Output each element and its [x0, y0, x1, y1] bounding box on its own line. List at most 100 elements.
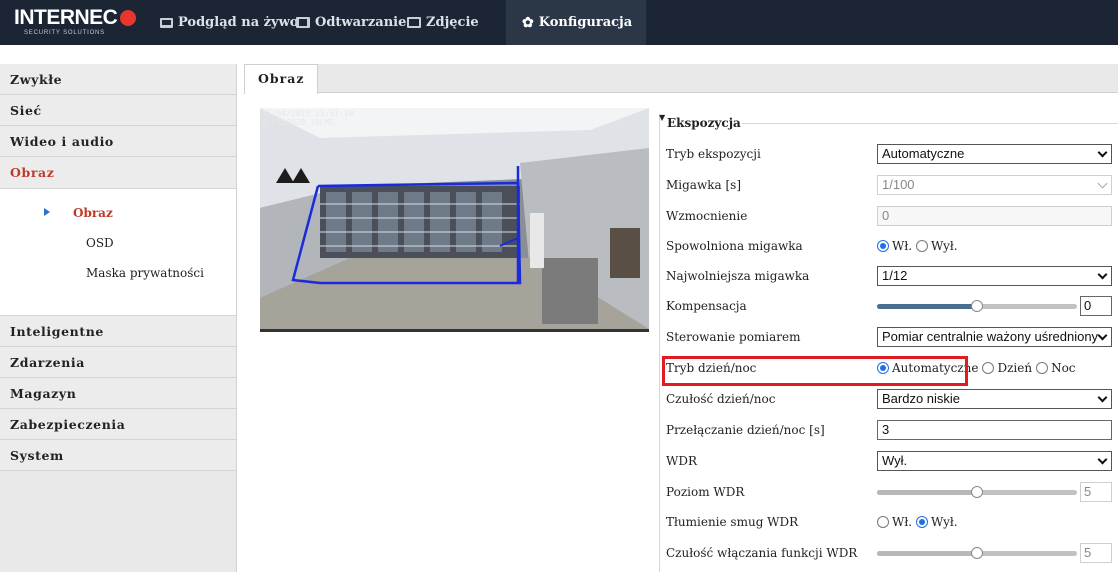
nav-photo[interactable]: Zdjęcie — [407, 0, 479, 45]
slow-shutter-on-label: Wł. — [892, 239, 913, 253]
slider-knob — [971, 486, 983, 498]
section-divider — [742, 123, 1118, 124]
slow-shutter-on-radio[interactable]: Wł. — [877, 239, 912, 253]
brand-tagline: SECURITY SOLUTIONS — [24, 30, 105, 36]
slowest-shutter-value: 1/12 — [882, 268, 908, 283]
radio-dot — [877, 362, 889, 374]
wdr-stripe-on-radio[interactable]: Wł. — [877, 515, 912, 529]
nav-configuration-label: Konfiguracja — [538, 15, 633, 30]
day-night-day-label: Dzień — [997, 361, 1033, 375]
row-day-night-sensitivity: Czułość dzień/noc Bardzo niskie — [666, 384, 1118, 414]
shutter-select: 1/100 — [877, 175, 1112, 195]
sidebar-item-network[interactable]: Sieć — [0, 95, 236, 126]
brand-logo: INTERNEC SECURITY SOLUTIONS — [14, 7, 138, 39]
wdr-stripe-on-label: Wł. — [892, 515, 913, 529]
monitor-icon — [160, 17, 173, 28]
nav-photo-label: Zdjęcie — [426, 15, 479, 30]
day-night-auto-label: Automatyczne — [892, 361, 979, 375]
radio-dot — [1036, 362, 1049, 374]
row-wdr-level: Poziom WDR 5 — [666, 477, 1118, 507]
row-gain: Wzmocnienie 0 — [666, 201, 1118, 231]
main-content: Obraz 17/04/2023 11:51:18 6 C8S8820 1BLM… — [244, 64, 1118, 572]
slow-shutter-off-label: Wył. — [931, 239, 958, 253]
label-metering: Sterowanie pomiarem — [666, 330, 801, 344]
radio-dot — [982, 362, 995, 374]
chevron-down-icon — [1097, 454, 1108, 465]
exposure-mode-select[interactable]: Automatyczne — [877, 144, 1112, 164]
label-wdr-stripe: Tłumienie smug WDR — [666, 515, 799, 529]
day-night-switch-input[interactable]: 3 — [877, 420, 1112, 440]
label-wdr-level: Poziom WDR — [666, 485, 745, 499]
shutter-value: 1/100 — [882, 177, 915, 192]
exposure-mode-value: Automatyczne — [882, 146, 965, 161]
tab-strip: Obraz — [244, 64, 1118, 94]
nav-live-view-label: Podgląd na żywo — [178, 15, 299, 30]
slider-knob — [971, 547, 983, 559]
day-night-day-radio[interactable]: Dzień — [982, 361, 1032, 375]
wdr-select[interactable]: Wył. — [877, 451, 1112, 471]
slow-shutter-off-radio[interactable]: Wył. — [916, 239, 958, 253]
label-wdr-sensitivity: Czułość włączania funkcji WDR — [666, 546, 858, 560]
chevron-down-icon — [1097, 392, 1108, 403]
day-night-auto-radio[interactable]: Automatyczne — [877, 361, 978, 375]
row-slowest-shutter: Najwolniejsza migawka 1/12 — [666, 261, 1118, 291]
nav-configuration[interactable]: ✿ Konfiguracja — [506, 0, 647, 45]
wdr-stripe-radio-group: Wł. Wył. — [877, 512, 962, 532]
row-compensation: Kompensacja 0 — [666, 291, 1118, 321]
wdr-stripe-off-label: Wył. — [931, 515, 958, 529]
wdr-stripe-off-radio[interactable]: Wył. — [916, 515, 958, 529]
day-night-sensitivity-select[interactable]: Bardzo niskie — [877, 389, 1112, 409]
row-shutter: Migawka [s] 1/100 — [666, 170, 1118, 200]
slider-fill — [877, 551, 977, 556]
section-title-exposure: Ekspozycja — [667, 116, 741, 130]
sidebar-item-storage[interactable]: Magazyn — [0, 378, 236, 409]
preview-scene — [260, 108, 649, 329]
label-compensation: Kompensacja — [666, 299, 747, 313]
radio-dot — [877, 240, 889, 252]
gear-icon: ✿ — [522, 14, 534, 31]
preview-osd-text: 17/04/2023 11:51:18 6 C8S8820 1BLMS — [262, 109, 354, 127]
sidebar: Zwykłe Sieć Wideo i audio Obraz Obraz OS… — [0, 64, 237, 572]
sidebar-subitem-osd[interactable]: OSD — [0, 228, 236, 258]
chevron-down-icon — [1097, 178, 1108, 189]
chevron-down-icon — [1097, 330, 1108, 341]
radio-dot — [916, 516, 929, 528]
day-night-night-label: Noc — [1051, 361, 1076, 375]
nav-playback[interactable]: Odtwarzanie — [296, 0, 406, 45]
label-day-night-switch: Przełączanie dzień/noc [s] — [666, 423, 825, 437]
label-exposure-mode: Tryb ekspozycji — [666, 147, 761, 161]
sidebar-subitem-image[interactable]: Obraz — [0, 198, 236, 228]
nav-live-view[interactable]: Podgląd na żywo — [160, 0, 298, 45]
row-day-night-switch: Przełączanie dzień/noc [s] 3 — [666, 415, 1118, 445]
slider-knob[interactable] — [971, 300, 983, 312]
sidebar-submenu-image: Obraz OSD Maska prywatności — [0, 189, 236, 316]
compensation-slider[interactable]: 0 — [877, 296, 1112, 316]
live-preview: 17/04/2023 11:51:18 6 C8S8820 1BLMS — [260, 108, 649, 332]
wdr-level-slider: 5 — [877, 482, 1112, 502]
brand-dot-icon — [120, 10, 136, 26]
slider-fill — [877, 490, 977, 495]
caret-right-icon — [44, 208, 50, 216]
sidebar-item-video-audio[interactable]: Wideo i audio — [0, 126, 236, 157]
collapse-triangle-icon[interactable]: ▼ — [659, 113, 665, 122]
row-metering: Sterowanie pomiarem Pomiar centralnie wa… — [666, 322, 1118, 352]
compensation-value-input[interactable]: 0 — [1080, 296, 1112, 316]
metering-select[interactable]: Pomiar centralnie ważony uśredniony — [877, 327, 1112, 347]
sidebar-item-system[interactable]: System — [0, 440, 236, 471]
wdr-sensitivity-slider: 5 — [877, 543, 1112, 563]
tab-image[interactable]: Obraz — [244, 64, 319, 94]
day-night-sensitivity-value: Bardzo niskie — [882, 391, 961, 406]
sidebar-item-image[interactable]: Obraz — [0, 157, 236, 189]
sidebar-item-intelligent[interactable]: Inteligentne — [0, 316, 236, 347]
slowest-shutter-select[interactable]: 1/12 — [877, 266, 1112, 286]
row-exposure-mode: Tryb ekspozycji Automatyczne — [666, 139, 1118, 169]
day-night-night-radio[interactable]: Noc — [1036, 361, 1076, 375]
chevron-down-icon — [1097, 147, 1108, 158]
brand-name: INTERNEC — [14, 6, 118, 29]
sidebar-item-general[interactable]: Zwykłe — [0, 64, 236, 95]
top-navigation-bar: INTERNEC SECURITY SOLUTIONS Podgląd na ż… — [0, 0, 1118, 45]
picture-icon — [407, 17, 421, 28]
sidebar-item-events[interactable]: Zdarzenia — [0, 347, 236, 378]
sidebar-item-security[interactable]: Zabezpieczenia — [0, 409, 236, 440]
sidebar-subitem-privacy-mask[interactable]: Maska prywatności — [0, 258, 236, 288]
